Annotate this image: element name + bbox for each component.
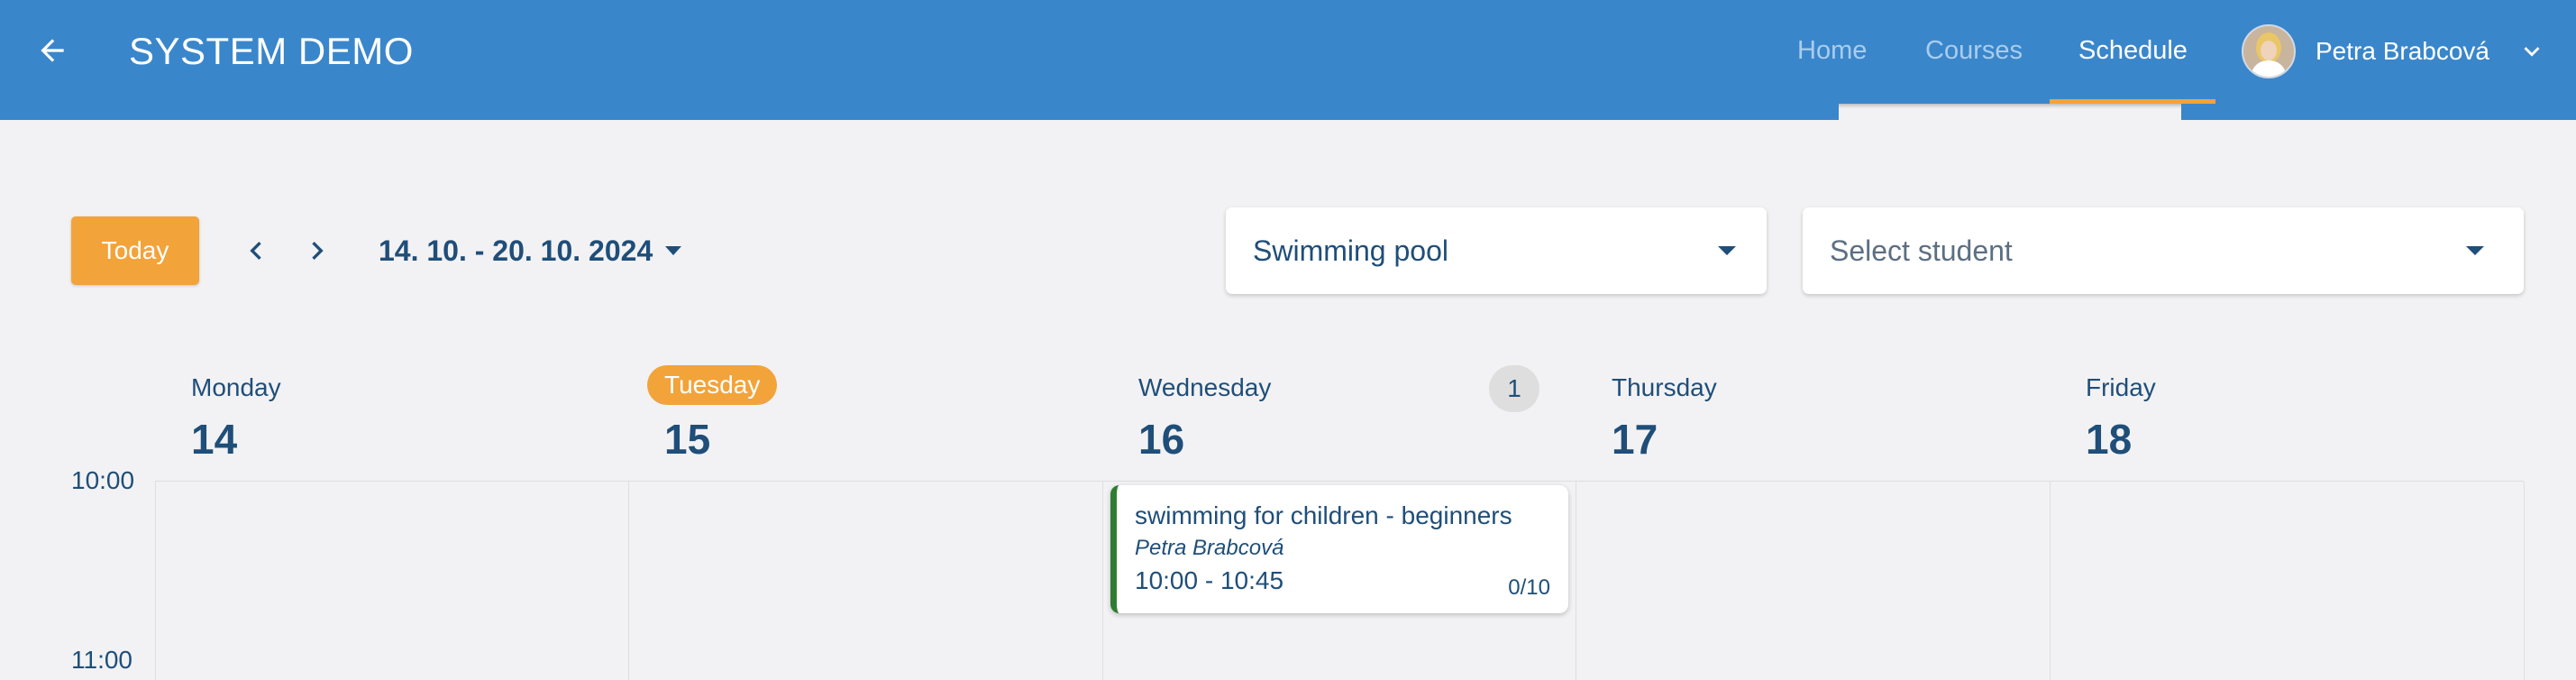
arrow-left-icon (41, 39, 64, 62)
today-button[interactable]: Today (71, 216, 199, 285)
day-column-friday[interactable] (2050, 482, 2525, 680)
event-count-badge: 1 (1489, 365, 1539, 412)
day-name: Wednesday (1138, 373, 1272, 401)
hour-label: 11:00 (71, 646, 132, 674)
student-select[interactable]: Select student (1803, 207, 2524, 294)
chevron-right-icon (312, 242, 324, 260)
location-select-value: Swimming pool (1253, 234, 1448, 267)
user-name: Petra Brabcová (2316, 37, 2489, 65)
event-capacity: 0/10 (1508, 575, 1550, 600)
caret-down-icon (665, 246, 682, 255)
day-column-monday[interactable] (155, 482, 629, 680)
avatar (2242, 24, 2296, 78)
day-column-tuesday[interactable] (628, 482, 1103, 680)
student-select-placeholder: Select student (1830, 234, 2013, 267)
header-strip-right (2181, 104, 2576, 120)
day-header-tuesday: Tuesday 15 (647, 361, 1115, 469)
day-header-monday: Monday 14 (191, 361, 642, 469)
chevron-down-icon[interactable] (2517, 36, 2547, 67)
app-title: SYSTEM DEMO (129, 30, 414, 72)
back-button[interactable] (27, 25, 78, 76)
event-title: swimming for children - beginners (1135, 501, 1512, 529)
day-number: 16 (1138, 416, 1185, 463)
previous-week-button[interactable] (233, 227, 279, 274)
day-header-thursday: Thursday 17 (1612, 361, 2062, 469)
day-name: Friday (2086, 373, 2156, 401)
app-header: SYSTEM DEMO Home Courses Schedule Petra … (0, 0, 2576, 104)
chevron-left-icon (250, 242, 261, 260)
hour-label: 10:00 (71, 466, 135, 494)
nav-courses[interactable]: Courses (1925, 34, 2023, 67)
day-number: 18 (2086, 416, 2133, 463)
day-number: 17 (1612, 416, 1658, 463)
caret-down-icon (1718, 246, 1736, 255)
nav-schedule[interactable]: Schedule (2078, 34, 2188, 67)
next-week-button[interactable] (294, 227, 341, 274)
date-range-picker[interactable]: 14. 10. - 20. 10. 2024 (379, 230, 682, 271)
day-header-friday: Friday 18 (2086, 361, 2536, 469)
day-column-thursday[interactable] (1576, 482, 2051, 680)
user-menu[interactable]: Petra Brabcová (2242, 23, 2547, 79)
event-time: 10:00 - 10:45 (1135, 566, 1284, 594)
nav-home[interactable]: Home (1797, 34, 1867, 67)
event-teacher: Petra Brabcová (1135, 536, 1284, 560)
event-card[interactable]: swimming for children - beginners Petra … (1110, 485, 1568, 613)
day-name: Monday (191, 373, 281, 401)
header-strip-left (0, 104, 1839, 120)
day-number: 14 (191, 416, 238, 463)
location-select[interactable]: Swimming pool (1226, 207, 1767, 294)
date-range-label: 14. 10. - 20. 10. 2024 (379, 234, 653, 267)
today-badge: Tuesday (647, 365, 778, 405)
day-number: 15 (664, 416, 711, 463)
day-name: Thursday (1612, 373, 1717, 401)
caret-down-icon (2466, 246, 2484, 255)
